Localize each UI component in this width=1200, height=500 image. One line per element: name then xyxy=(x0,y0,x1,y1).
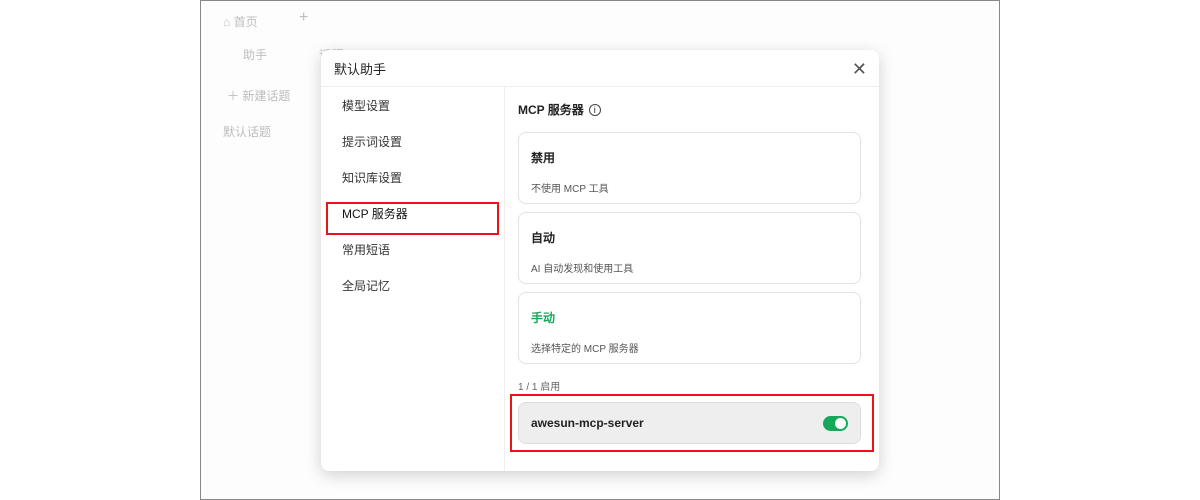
mode-title: 禁用 xyxy=(531,151,556,165)
nav-global-memory[interactable]: 全局记忆 xyxy=(321,267,504,303)
mode-card-auto[interactable]: 自动 AI 自动发现和使用工具 xyxy=(518,212,861,284)
nav-knowledge-settings[interactable]: 知识库设置 xyxy=(321,159,504,195)
mode-desc: 不使用 MCP 工具 xyxy=(531,184,609,195)
mode-desc: AI 自动发现和使用工具 xyxy=(531,264,634,275)
tab-assistant[interactable]: 助手 xyxy=(243,46,267,63)
new-topic-label: 新建话题 xyxy=(242,89,291,103)
tab-home[interactable]: ⌂ 首页 xyxy=(223,13,258,30)
default-topic-item[interactable]: 默认话题 xyxy=(223,123,271,140)
enabled-count: 1 / 1 启用 xyxy=(518,382,561,393)
highlight-box-server xyxy=(510,394,874,452)
mode-desc: 选择特定的 MCP 服务器 xyxy=(531,344,639,355)
mode-title: 自动 xyxy=(531,231,556,245)
section-title-text: MCP 服务器 xyxy=(518,103,584,117)
settings-nav: 模型设置 提示词设置 知识库设置 MCP 服务器 常用短语 全局记忆 xyxy=(321,87,505,471)
add-tab-button[interactable]: + xyxy=(299,9,308,27)
nav-model-settings[interactable]: 模型设置 xyxy=(321,87,504,123)
mcp-content: MCP 服务器 i 禁用不使用 MCP 工具 自动 AI 自动发现和使用工具 手动选… xyxy=(518,87,861,444)
modal-title: 默认助手 xyxy=(321,50,879,87)
nav-prompt-settings[interactable]: 提示词设置 xyxy=(321,123,504,159)
info-icon[interactable]: i xyxy=(588,103,601,116)
mode-title: 手动 xyxy=(531,311,556,325)
section-title: MCP 服务器 i xyxy=(518,101,861,118)
tab-home-label: 首页 xyxy=(233,15,258,29)
highlight-box-nav xyxy=(326,202,499,235)
nav-common-phrases[interactable]: 常用短语 xyxy=(321,231,504,267)
new-topic-button[interactable]: ＋ 新建话题 xyxy=(227,87,290,104)
mode-card-manual[interactable]: 手动选择特定的 MCP 服务器 xyxy=(518,292,861,364)
close-icon[interactable]: ✕ xyxy=(852,59,867,80)
mode-card-disabled[interactable]: 禁用不使用 MCP 工具 xyxy=(518,132,861,204)
